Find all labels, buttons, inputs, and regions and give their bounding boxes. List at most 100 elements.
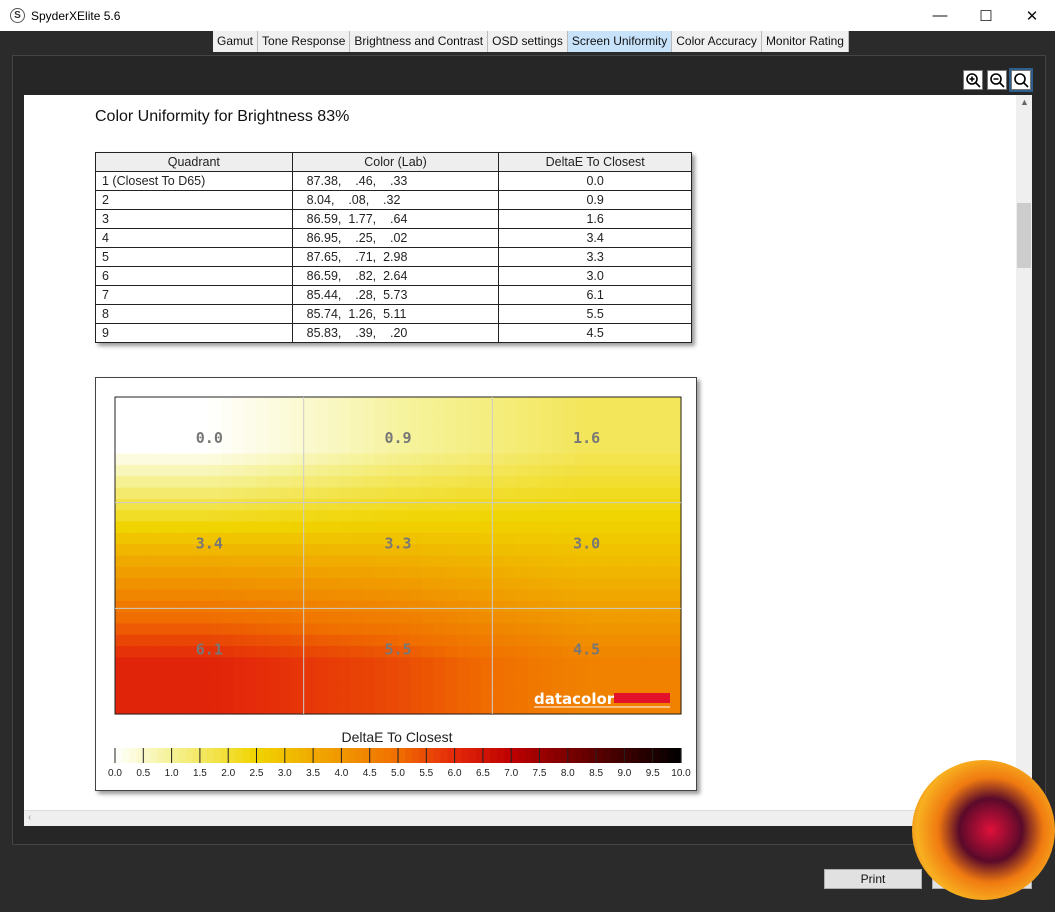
heatmap-cell: [610, 544, 623, 557]
scroll-up-icon[interactable]: ▲: [1020, 97, 1029, 107]
colorbar-segment: [497, 748, 505, 763]
quadrant-cell: 2: [95, 190, 293, 210]
heatmap-cell: [492, 634, 505, 647]
heatmap-cell: [115, 668, 128, 681]
heatmap-cell: [209, 589, 222, 602]
heatmap-cell: [374, 408, 387, 421]
colorbar-segment: [532, 748, 541, 763]
heatmap-cell: [468, 510, 482, 523]
zoom-out-button[interactable]: [987, 70, 1007, 90]
zoom-in-icon: [966, 73, 981, 88]
heatmap-cell: [409, 464, 423, 477]
heatmap-cell: [221, 578, 234, 591]
tab-brightness-and-contrast[interactable]: Brightness and Contrast: [350, 31, 489, 52]
heatmap-cell: [492, 589, 505, 602]
heatmap-cell: [268, 397, 281, 409]
horizontal-scrollbar[interactable]: ‹: [24, 810, 1032, 826]
zoom-fit-button[interactable]: [1009, 68, 1033, 92]
heatmap-cell: [539, 578, 552, 591]
heatmap-cell: [173, 498, 187, 511]
heatmap-cell: [244, 408, 258, 421]
heatmap-cell: [563, 668, 576, 681]
heatmap-cell: [468, 668, 482, 681]
heatmap-cell: [527, 408, 541, 421]
heatmap-cell: [150, 668, 163, 681]
zoom-in-button[interactable]: [963, 70, 983, 90]
heatmap-cell: [504, 487, 517, 500]
heatmap-cell: [327, 442, 340, 455]
tab-color-accuracy[interactable]: Color Accuracy: [672, 31, 762, 52]
heatmap-cell: [468, 612, 482, 625]
heatmap-cell: [209, 691, 222, 704]
heatmap-cell: [303, 578, 317, 591]
heatmap-cell: [456, 566, 470, 579]
quadrant-value-label: 4.5: [573, 640, 600, 658]
colorbar-segment: [143, 748, 151, 763]
heatmap-cell: [598, 532, 611, 545]
colorbar-segment: [504, 748, 512, 763]
heatmap-cell: [221, 498, 234, 511]
heatmap-cell: [398, 498, 411, 511]
tab-monitor-rating[interactable]: Monitor Rating: [761, 31, 849, 52]
heatmap-cell: [150, 453, 163, 466]
tab-gamut[interactable]: Gamut: [213, 31, 259, 52]
heatmap-cell: [232, 555, 246, 568]
colorbar-tick-label: 10.0: [671, 768, 691, 779]
heatmap-cell: [421, 702, 434, 715]
minimize-button[interactable]: —: [917, 0, 963, 31]
heatmap-cell: [197, 612, 210, 625]
heatmap-cell: [610, 476, 623, 489]
datacolor-logo-bar: [614, 693, 670, 703]
heatmap-cell: [421, 578, 434, 591]
tab-osd-settings[interactable]: OSD settings: [488, 31, 568, 52]
heatmap-cell: [504, 646, 517, 658]
colorbar-segment: [638, 748, 647, 763]
heatmap-cell: [339, 646, 352, 658]
app-icon: S: [10, 8, 25, 23]
heatmap-cell: [315, 544, 328, 557]
heatmap-cell: [421, 464, 434, 477]
heatmap-cell: [515, 623, 529, 636]
tab-screen-uniformity[interactable]: Screen Uniformity: [567, 31, 673, 52]
maximize-button[interactable]: ☐: [963, 0, 1009, 31]
heatmap-cell: [657, 476, 670, 489]
heatmap-cell: [244, 646, 258, 658]
heatmap-cell: [563, 487, 576, 500]
heatmap-cell: [115, 453, 128, 466]
heatmap-cell: [492, 623, 505, 636]
heatmap-cell: [209, 680, 222, 692]
heatmap-cell: [433, 702, 446, 715]
uniformity-heatmap-panel: 0.0 0.9 1.6 3.4 3.3 3.0 6.1 5.5 4.5 datacolor Delt…: [95, 377, 697, 791]
heatmap-cell: [492, 408, 505, 421]
quadrant-cell: 6: [95, 266, 293, 286]
heatmap-cell: [563, 408, 576, 421]
heatmap-cell: [421, 600, 434, 613]
heatmap-cell: [622, 510, 635, 523]
heatmap-cell: [115, 634, 128, 647]
heatmap-cell: [610, 578, 623, 591]
heatmap-cell: [244, 555, 258, 568]
heatmap-cell: [386, 397, 399, 409]
heatmap-cell: [221, 600, 234, 613]
heatmap-cell: [492, 476, 505, 489]
heatmap-cell: [409, 476, 423, 489]
heatmap-cell: [221, 453, 234, 466]
colorbar-segment: [178, 748, 187, 763]
heatmap-cell: [315, 578, 328, 591]
heatmap-cell: [504, 566, 517, 579]
heatmap-cell: [138, 544, 151, 557]
colorbar-segment: [242, 748, 251, 763]
heatmap-cell: [480, 476, 493, 489]
print-button[interactable]: Print: [824, 869, 922, 889]
heatmap-cell: [468, 657, 482, 670]
tab-tone-response[interactable]: Tone Response: [258, 31, 351, 52]
scroll-left-icon[interactable]: ‹: [28, 812, 31, 823]
heatmap-cell: [622, 532, 635, 545]
heatmap-cell: [232, 419, 246, 432]
heatmap-cell: [633, 668, 647, 681]
heatmap-cell: [315, 680, 328, 692]
quadrant-value-label: 1.6: [573, 429, 600, 447]
close-button[interactable]: ✕: [1009, 0, 1055, 31]
heatmap-cell: [551, 487, 564, 500]
vertical-scroll-thumb[interactable]: [1017, 203, 1031, 268]
